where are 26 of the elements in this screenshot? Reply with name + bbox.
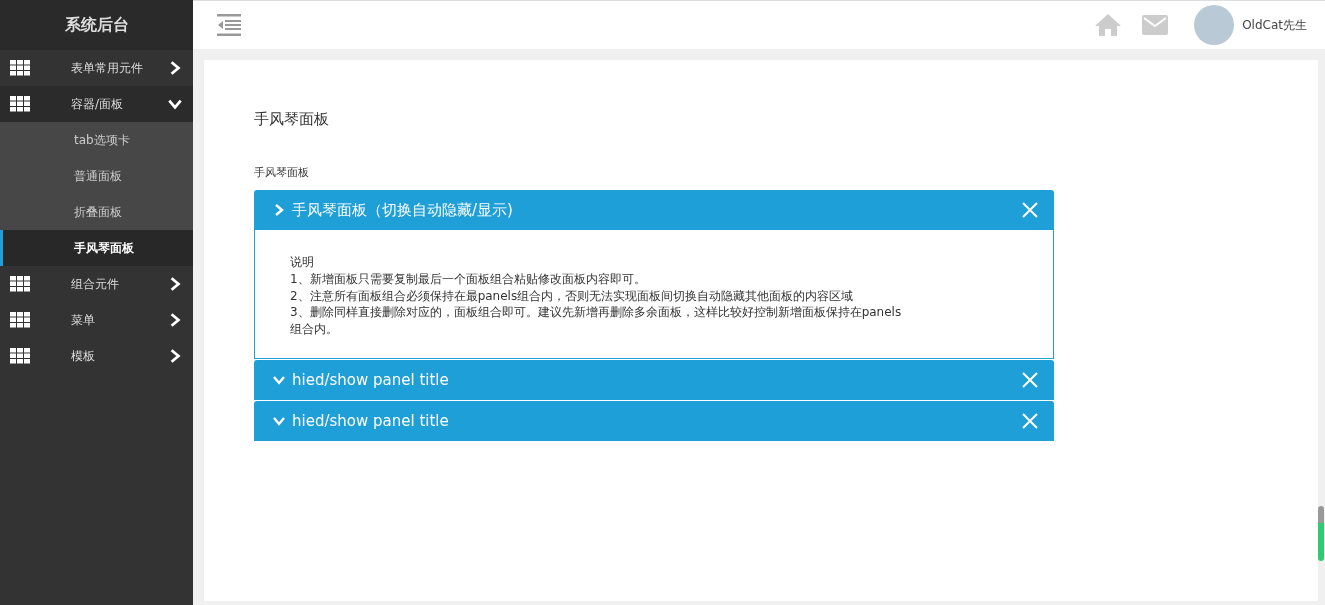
scrollbar[interactable] — [1318, 506, 1324, 561]
body-text: 3、删除同样直接删除对应的，面板组合即可。建议先新增再删除多余面板，这样比较好控制新增面板保持在panels组合内。 — [290, 304, 902, 338]
menu-item[interactable]: tab选项卡 — [0, 122, 193, 158]
grid-icon — [10, 276, 30, 292]
body-text: 说明 — [290, 254, 315, 271]
close-icon[interactable] — [1022, 202, 1038, 218]
grid-icon — [10, 60, 30, 76]
close-icon[interactable] — [1022, 372, 1038, 388]
avatar[interactable] — [1194, 5, 1235, 45]
home-icon[interactable] — [1094, 13, 1123, 37]
app-title: 系统后台 — [0, 0, 193, 50]
user-name[interactable]: OldCat先生 — [1242, 16, 1307, 34]
menu-item[interactable]: 普通面板 — [0, 158, 193, 194]
body-text: 1、新增面板只需要复制最后一个面板组合粘贴修改面板内容即可。 — [290, 270, 647, 288]
page-title: 手风琴面板 — [254, 110, 330, 129]
menu-collapse-icon[interactable] — [217, 13, 241, 37]
menu-group[interactable]: 容器/面板 — [0, 86, 193, 122]
menu-item[interactable]: 折叠面板 — [0, 194, 193, 230]
grid-icon — [10, 96, 30, 112]
grid-icon — [10, 348, 30, 364]
body-text: 2、注意所有面板组合必须保持在最panels组合内，否则无法实现面板间切换自动隐藏其他面板的内容区域 — [290, 287, 855, 305]
close-icon[interactable] — [1022, 413, 1038, 429]
section-label: 手风琴面板 — [254, 165, 310, 180]
menu-item[interactable]: 手风琴面板 — [0, 230, 193, 266]
grid-icon — [10, 312, 30, 328]
mail-icon[interactable] — [1142, 15, 1169, 35]
